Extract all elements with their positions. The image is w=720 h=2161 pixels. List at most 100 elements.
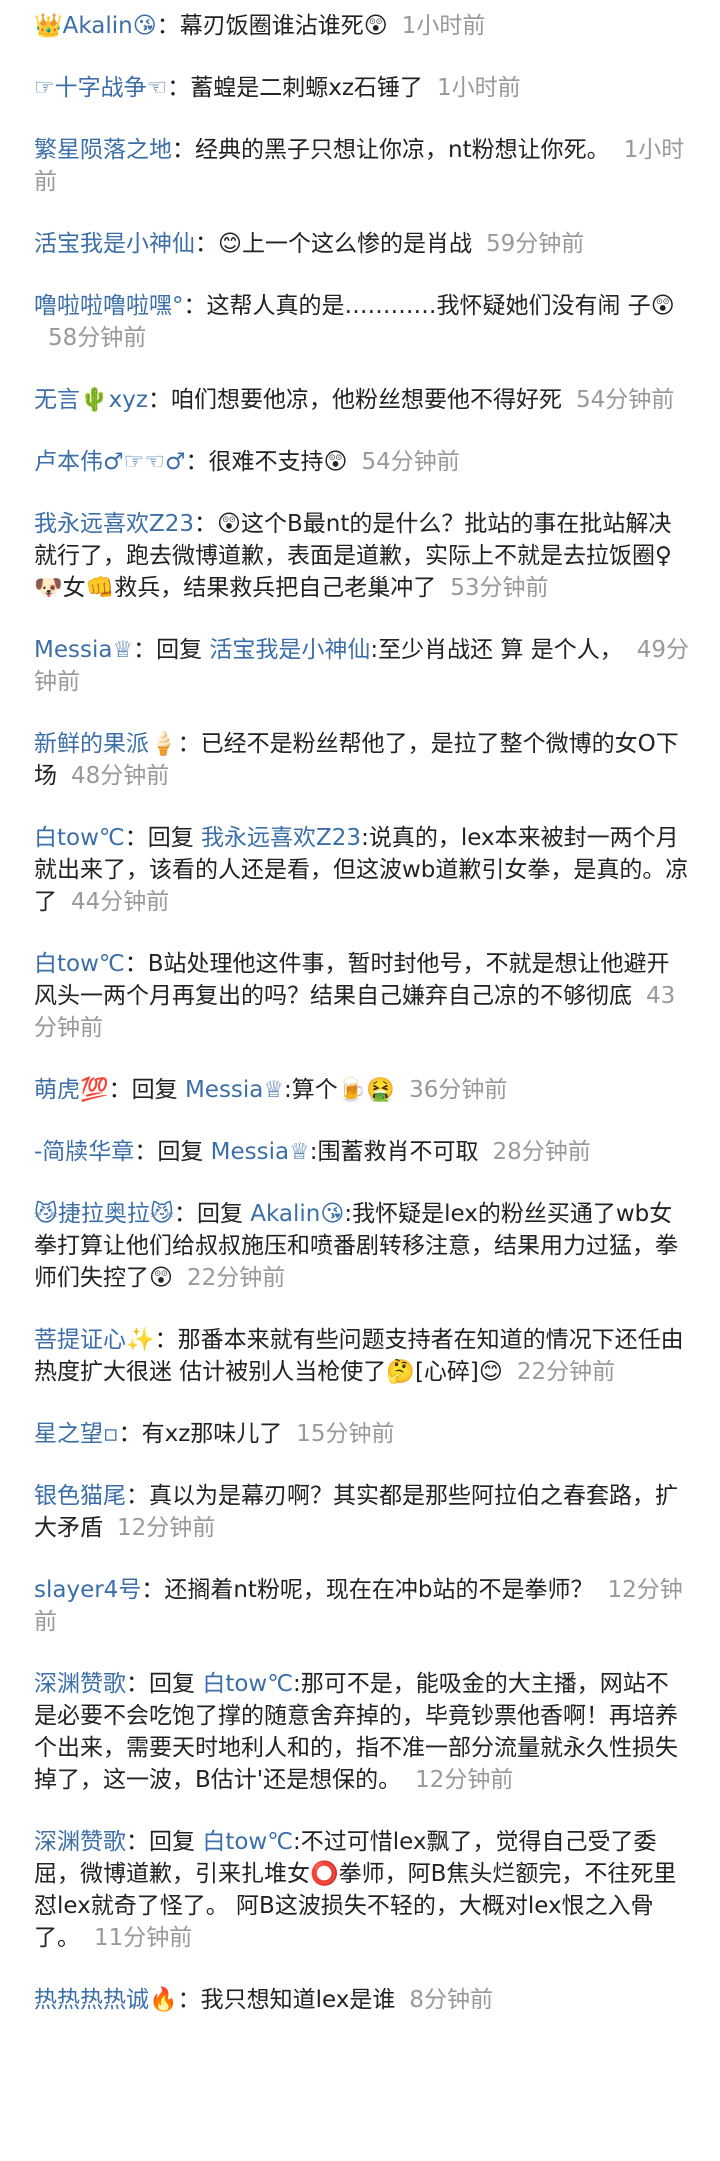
commenter-name[interactable]: 深渊赞歌 xyxy=(34,1671,126,1697)
commenter-name[interactable]: 星之望▫ xyxy=(34,1421,119,1447)
reply-label: 回复 xyxy=(156,637,210,663)
reply-target-name[interactable]: Messia♕ xyxy=(211,1139,310,1165)
commenter-name[interactable]: ☞十字战争☜ xyxy=(34,75,167,101)
comment-item: Messia♕：回复 活宝我是小神仙:至少肖战还 算 是个人， 49分钟前 xyxy=(34,634,690,698)
commenter-name[interactable]: 银色猫尾 xyxy=(34,1483,126,1509)
comment-item: 白tow℃：B站处理他这件事，暂时封他号，不就是想让他避开风头一两个月再复出的吗… xyxy=(34,948,690,1044)
comment-item: 星之望▫：有xz那味儿了 15分钟前 xyxy=(34,1418,690,1450)
name-separator: ： xyxy=(167,75,191,101)
comment-time: 36分钟前 xyxy=(409,1077,508,1103)
comment-item: slayer4号：还搁着nt粉呢，现在在冲b站的不是拳师？ 12分钟前 xyxy=(34,1574,690,1638)
reply-label: 回复 xyxy=(196,1201,251,1227)
reply-target-name[interactable]: Akalin😘 xyxy=(250,1201,344,1227)
name-separator: ： xyxy=(147,387,171,413)
commenter-name[interactable]: 深渊赞歌 xyxy=(34,1829,126,1855)
comment-time: 54分钟前 xyxy=(361,449,460,475)
comment-item: 😼捷拉奥拉😼：回复 Akalin😘:我怀疑是lex的粉丝买通了wb女拳打算让他们… xyxy=(34,1198,690,1294)
reply-target-name[interactable]: 我永远喜欢Z23 xyxy=(201,825,361,851)
comment-item: 噜啦啦噜啦嘿°：这帮人真的是…………我怀疑她们没有闹 子😲 58分钟前 xyxy=(34,290,690,354)
comment-time: 54分钟前 xyxy=(575,387,675,413)
reply-target-name[interactable]: 白tow℃ xyxy=(202,1829,293,1855)
comment-text: 咱们想要他凉，他粉丝想要他不得好死 xyxy=(170,387,562,413)
comment-time: 53分钟前 xyxy=(450,575,549,601)
commenter-name[interactable]: -简牍华章 xyxy=(34,1139,134,1165)
name-separator: ： xyxy=(177,1987,201,2013)
name-separator: ： xyxy=(185,449,209,475)
commenter-name[interactable]: 活宝我是小神仙 xyxy=(34,231,195,257)
reply-target-name[interactable]: 活宝我是小神仙 xyxy=(209,637,370,663)
comment-text: 有xz那味儿了 xyxy=(141,1421,283,1447)
commenter-name[interactable]: 😼捷拉奥拉😼 xyxy=(34,1201,174,1227)
name-separator: ： xyxy=(154,1327,178,1353)
comment-time: 48分钟前 xyxy=(71,763,170,789)
comment-time: 12分钟前 xyxy=(117,1515,216,1541)
comment-time: 22分钟前 xyxy=(516,1359,616,1385)
name-separator: ： xyxy=(126,1671,149,1697)
comment-text: 还搁着nt粉呢，现在在冲b站的不是拳师？ xyxy=(164,1577,594,1603)
commenter-name[interactable]: Messia♕ xyxy=(34,637,133,663)
commenter-name[interactable]: slayer4号 xyxy=(34,1577,141,1603)
comment-time: 28分钟前 xyxy=(492,1139,591,1165)
name-separator: ： xyxy=(126,1483,149,1509)
comment-text: 这帮人真的是…………我怀疑她们没有闹 子😲 xyxy=(206,293,675,319)
name-separator: ： xyxy=(156,13,180,39)
commenter-name[interactable]: 萌虎💯 xyxy=(34,1077,109,1103)
comment-item: 👑Akalin😘：幕刃饭圈谁沾谁死😲 1小时前 xyxy=(34,10,690,42)
comment-item: 萌虎💯：回复 Messia♕:算个🍺🤮 36分钟前 xyxy=(34,1074,690,1106)
name-separator: ： xyxy=(194,511,218,537)
commenter-name[interactable]: 菩提证心✨ xyxy=(34,1327,155,1353)
name-separator: ： xyxy=(141,1577,165,1603)
name-separator: ： xyxy=(177,731,201,757)
comment-item: 无言🌵xyz：咱们想要他凉，他粉丝想要他不得好死 54分钟前 xyxy=(34,384,690,416)
commenter-name[interactable]: 热热热热诚🔥 xyxy=(34,1987,178,2013)
commenter-name[interactable]: 新鲜的果派🍦 xyxy=(34,731,178,757)
reply-target-name[interactable]: Messia♕ xyxy=(185,1077,284,1103)
name-separator: ： xyxy=(124,951,148,977)
comment-time: 44分钟前 xyxy=(71,889,170,915)
name-separator: ： xyxy=(172,137,195,163)
comment-text: :至少肖战还 算 是个人， xyxy=(370,637,623,663)
name-separator: ： xyxy=(108,1077,132,1103)
comment-time: 12分钟前 xyxy=(415,1767,514,1793)
reply-label: 回复 xyxy=(157,1139,211,1165)
commenter-name[interactable]: 白tow℃ xyxy=(34,951,125,977)
comment-time: 1小时前 xyxy=(401,13,486,39)
reply-label: 回复 xyxy=(149,1829,203,1855)
commenter-name[interactable]: 卢本伟♂☞☜♂ xyxy=(34,449,185,475)
comment-text: :围蓄救肖不可取 xyxy=(309,1139,479,1165)
name-separator: ： xyxy=(124,825,148,851)
comment-time: 59分钟前 xyxy=(485,231,585,257)
commenter-name[interactable]: 噜啦啦噜啦嘿° xyxy=(34,293,184,319)
comment-text: 很难不支持😲 xyxy=(208,449,348,475)
comment-item: 活宝我是小神仙：😊上一个这么惨的是肖战 59分钟前 xyxy=(34,228,690,260)
comment-text: 我只想知道lex是谁 xyxy=(200,1987,396,2013)
comment-list: 👑Akalin😘：幕刃饭圈谁沾谁死😲 1小时前 ☞十字战争☜：蓄蝗是二刺螈xz石锤了… xyxy=(0,0,720,2016)
commenter-name[interactable]: 我永远喜欢Z23 xyxy=(34,511,194,537)
name-separator: ： xyxy=(195,231,218,257)
commenter-name[interactable]: 👑Akalin😘 xyxy=(34,13,157,39)
reply-label: 回复 xyxy=(131,1077,185,1103)
comment-item: 热热热热诚🔥：我只想知道lex是谁 8分钟前 xyxy=(34,1984,690,2016)
name-separator: ： xyxy=(183,293,207,319)
reply-label: 回复 xyxy=(147,825,202,851)
comment-item: 繁星陨落之地：经典的黑子只想让你凉，nt粉想让你死。 1小时前 xyxy=(34,134,690,198)
name-separator: ： xyxy=(134,1139,158,1165)
reply-target-name[interactable]: 白tow℃ xyxy=(202,1671,293,1697)
comment-item: 菩提证心✨：那番本来就有些问题支持者在知道的情况下还任由热度扩大很迷 估计被别人… xyxy=(34,1324,690,1388)
commenter-name[interactable]: 无言🌵xyz xyxy=(34,387,148,413)
comment-text: 幕刃饭圈谁沾谁死😲 xyxy=(179,13,388,39)
commenter-name[interactable]: 繁星陨落之地 xyxy=(34,137,172,163)
name-separator: ： xyxy=(133,637,157,663)
comment-text: 😊上一个这么惨的是肖战 xyxy=(218,231,472,257)
comment-time: 15分钟前 xyxy=(296,1421,395,1447)
comment-item: 深渊赞歌：回复 白tow℃:那可不是，能吸金的大主播，网站不是必要不会吃饱了撑的… xyxy=(34,1668,690,1796)
comment-item: -简牍华章：回复 Messia♕:围蓄救肖不可取 28分钟前 xyxy=(34,1136,690,1168)
commenter-name[interactable]: 白tow℃ xyxy=(34,825,125,851)
comment-item: 卢本伟♂☞☜♂：很难不支持😲 54分钟前 xyxy=(34,446,690,478)
name-separator: ： xyxy=(118,1421,142,1447)
comment-item: ☞十字战争☜：蓄蝗是二刺螈xz石锤了 1小时前 xyxy=(34,72,690,104)
comment-text: 蓄蝗是二刺螈xz石锤了 xyxy=(190,75,423,101)
comment-time: 58分钟前 xyxy=(48,325,147,351)
comment-time: 8分钟前 xyxy=(409,1987,494,2013)
comment-item: 白tow℃：回复 我永远喜欢Z23:说真的，lex本来被封一两个月就出来了，该看… xyxy=(34,822,690,918)
